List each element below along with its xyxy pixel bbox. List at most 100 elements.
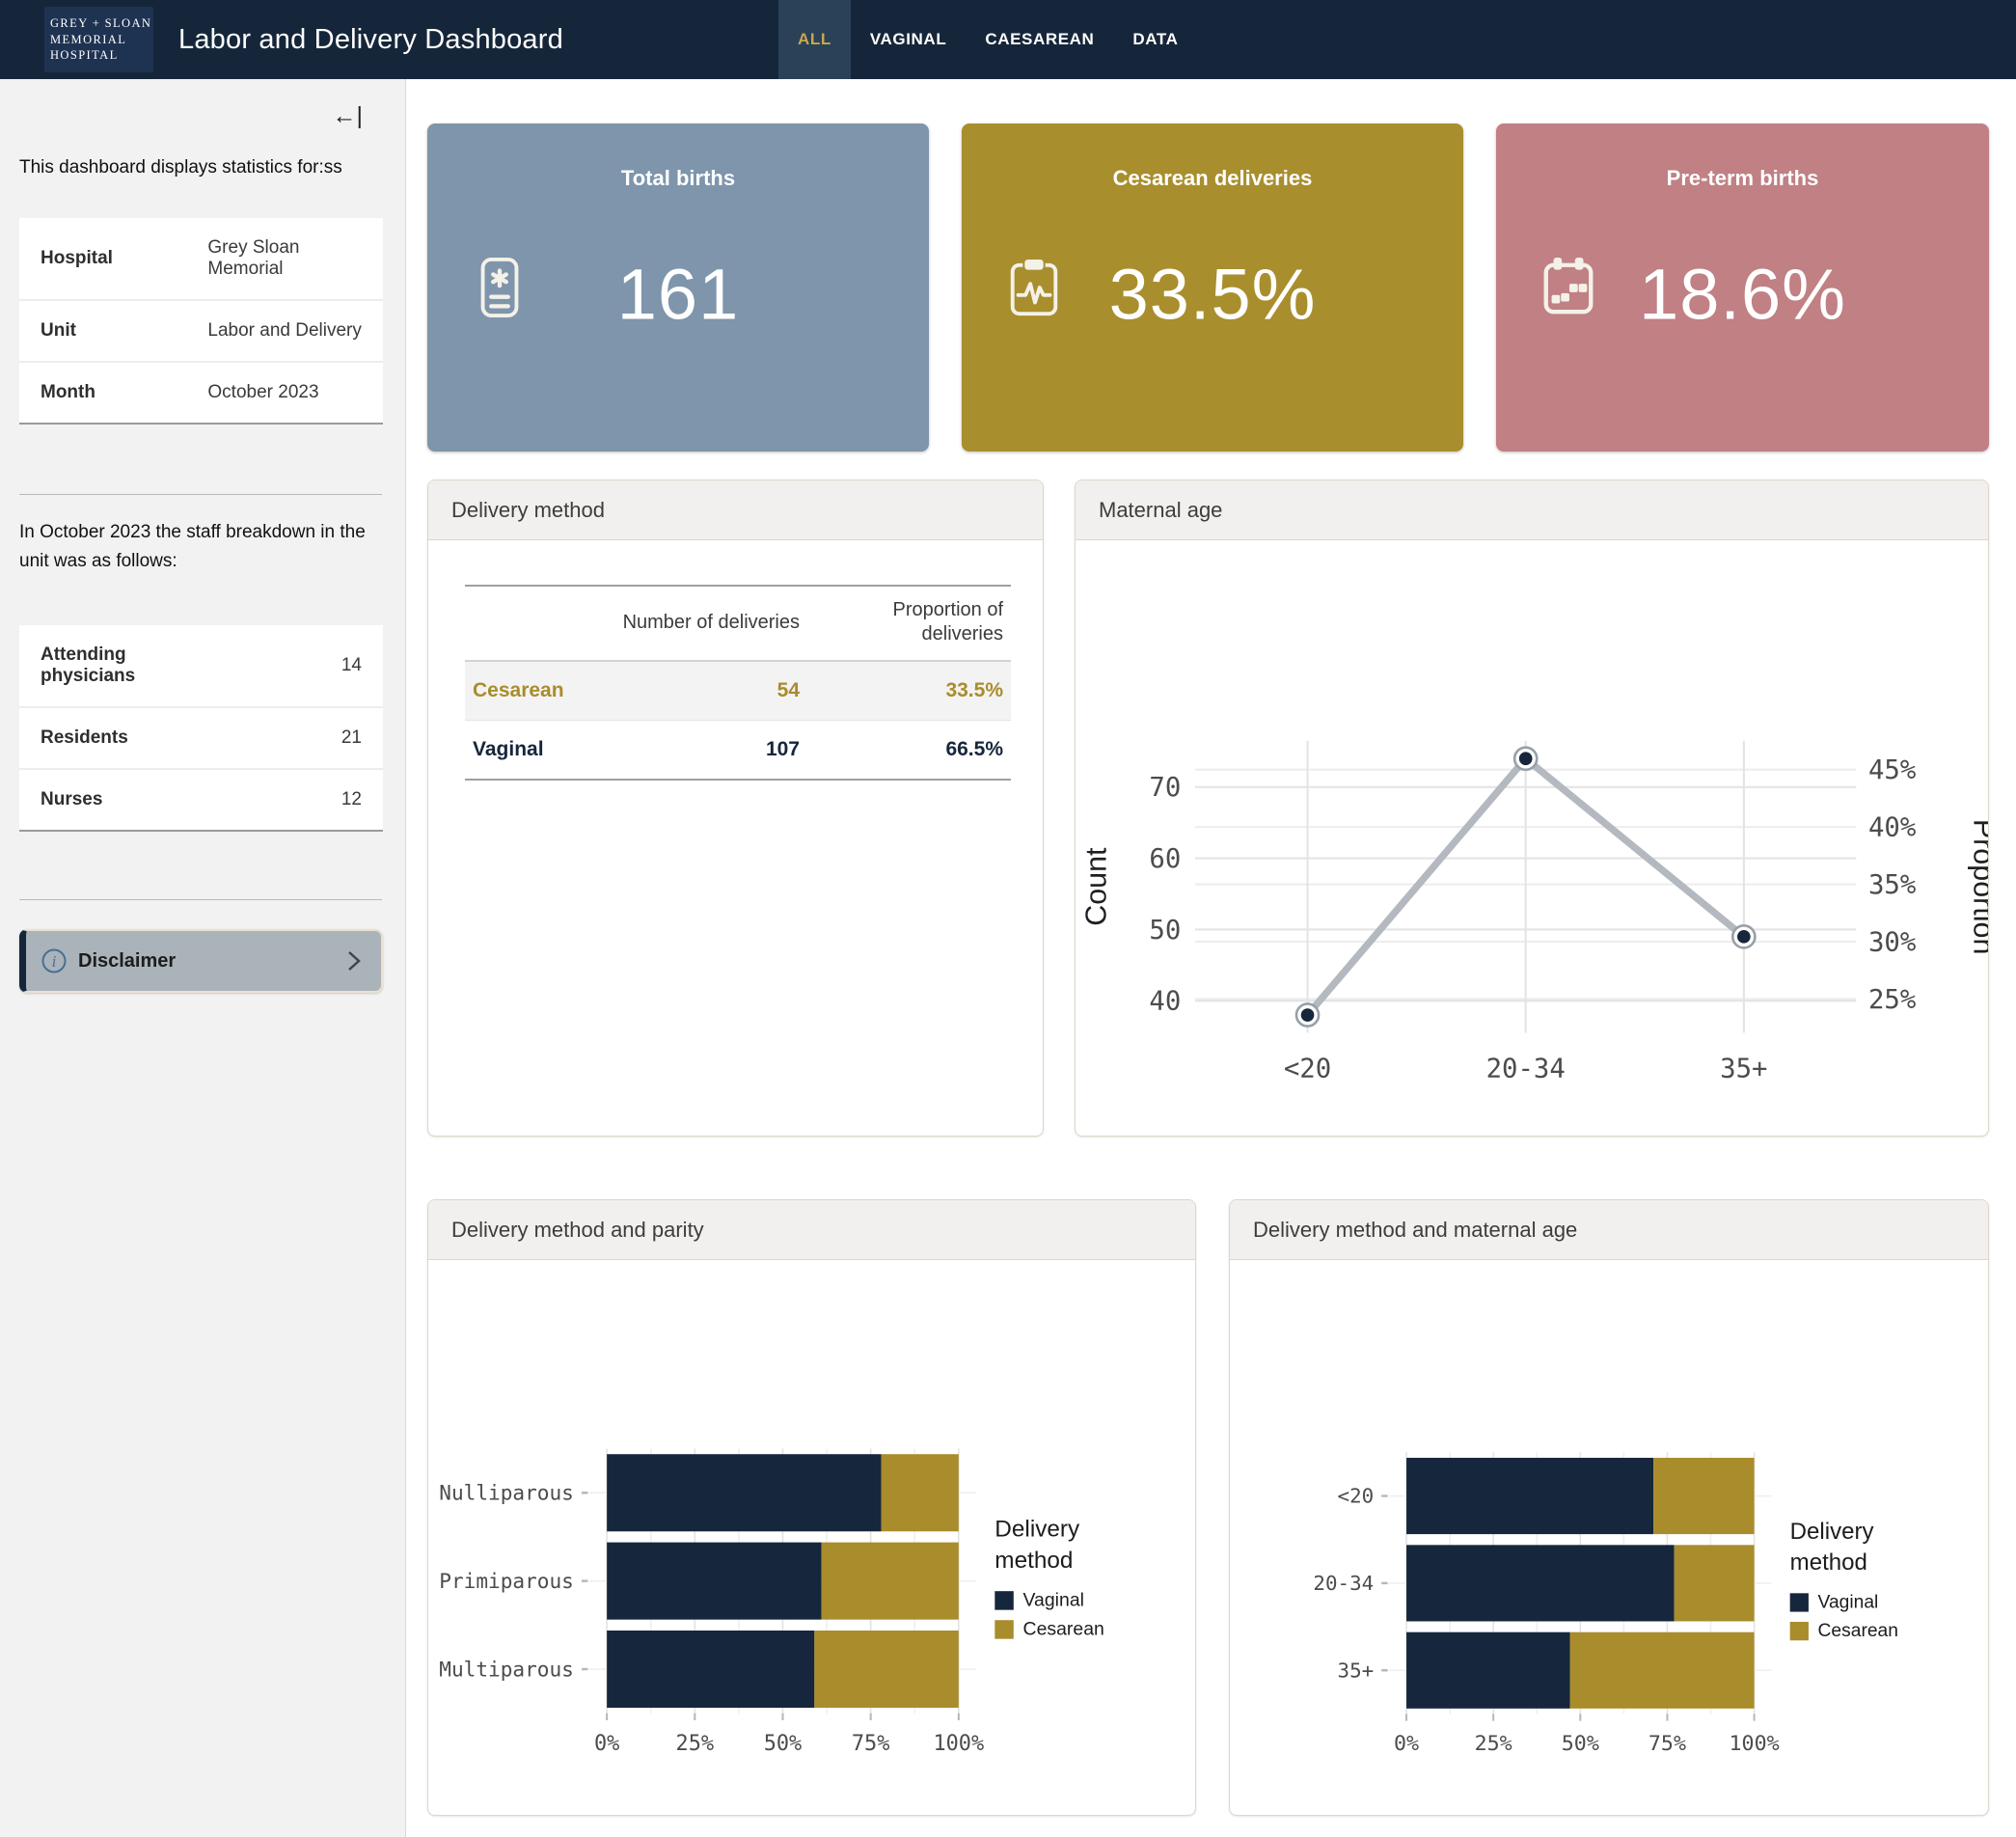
page-title: Labor and Delivery Dashboard — [178, 24, 563, 56]
calendar-icon — [1539, 256, 1598, 319]
svg-text:100%: 100% — [933, 1732, 984, 1756]
svg-text:Proportion: Proportion — [1967, 819, 1988, 955]
svg-text:Delivery: Delivery — [1790, 1519, 1874, 1545]
card-title: Delivery method — [451, 498, 605, 523]
value-box-value: 161 — [617, 253, 739, 335]
svg-text:i: i — [52, 952, 57, 971]
table-row: Residents 21 — [19, 707, 383, 769]
svg-text:Multiparous: Multiparous — [439, 1657, 574, 1681]
facility-info-table: Hospital Grey Sloan Memorial Unit Labor … — [19, 218, 383, 425]
card-header: Delivery method and maternal age — [1230, 1200, 1988, 1260]
staff-label: Residents — [19, 707, 186, 769]
svg-text:75%: 75% — [1648, 1732, 1686, 1756]
svg-text:20-34: 20-34 — [1313, 1572, 1374, 1595]
value-box-preterm-births: Pre-term births 18.6% — [1496, 123, 1989, 452]
svg-text:<20: <20 — [1284, 1055, 1331, 1084]
info-value: Labor and Delivery — [186, 300, 383, 362]
svg-text:60: 60 — [1149, 844, 1181, 874]
nav-tab-data[interactable]: DATA — [1113, 0, 1197, 79]
card-delivery-method: Delivery method Number of deliveries Pro… — [427, 480, 1044, 1137]
maternal_age_line-svg: 25%30%35%40%45%40506070<2020-3435+CountP… — [1076, 688, 1988, 1122]
info-label: Month — [19, 362, 186, 424]
sidebar-divider — [19, 899, 382, 900]
value-box-value: 18.6% — [1639, 253, 1846, 335]
info-label: Hospital — [19, 218, 186, 300]
svg-text:Count: Count — [1080, 847, 1113, 926]
maternal-age-chart: 25%30%35%40%45%40506070<2020-3435+CountP… — [1076, 688, 1988, 1122]
sidebar-divider — [19, 494, 382, 495]
svg-text:50%: 50% — [1562, 1732, 1599, 1756]
svg-text:30%: 30% — [1868, 927, 1916, 957]
svg-text:75%: 75% — [852, 1732, 890, 1756]
nav-tab-caesarean[interactable]: CAESAREAN — [966, 0, 1113, 79]
svg-text:100%: 100% — [1730, 1732, 1780, 1756]
parity-stacked-bar-chart: NulliparousPrimiparousMultiparous0%25%50… — [428, 1388, 1195, 1774]
card-body: 25%30%35%40%45%40506070<2020-3435+CountP… — [1076, 540, 1988, 1136]
sidebar-intro-text: This dashboard displays statistics for:s… — [19, 153, 382, 181]
svg-text:method: method — [1790, 1549, 1867, 1576]
disclaimer-accordion-button[interactable]: i Disclaimer — [19, 929, 383, 993]
svg-text:50%: 50% — [764, 1732, 803, 1756]
row-label: Vaginal — [465, 721, 610, 781]
table-row: Hospital Grey Sloan Memorial — [19, 218, 383, 300]
staff-intro-text: In October 2023 the staff breakdown in t… — [19, 518, 382, 575]
staff-count: 21 — [186, 707, 383, 769]
table-row: Vaginal 107 66.5% — [465, 721, 1011, 781]
svg-text:0%: 0% — [1394, 1732, 1419, 1756]
logo-line-3: HOSPITAL — [50, 47, 151, 64]
svg-text:25%: 25% — [1868, 985, 1916, 1015]
value-box-cesarean-deliveries: Cesarean deliveries 33.5% — [962, 123, 1463, 452]
file-medical-icon — [470, 256, 530, 319]
card-body: NulliparousPrimiparousMultiparous0%25%50… — [428, 1260, 1195, 1815]
svg-text:0%: 0% — [594, 1732, 619, 1756]
svg-text:35+: 35+ — [1338, 1659, 1375, 1682]
svg-text:25%: 25% — [1475, 1732, 1512, 1756]
card-maternal-age: Maternal age 25%30%35%40%45%40506070<202… — [1075, 480, 1989, 1137]
value-box-title: Cesarean deliveries — [962, 166, 1463, 191]
card-header: Delivery method — [428, 480, 1043, 540]
svg-text:<20: <20 — [1338, 1485, 1375, 1508]
svg-text:40: 40 — [1149, 987, 1181, 1017]
column-header: Number of deliveries — [610, 586, 807, 661]
card-delivery-method-and-parity: Delivery method and parity NulliparousPr… — [427, 1199, 1196, 1816]
table-header-row: Number of deliveries Proportion of deliv… — [465, 586, 1011, 661]
delivery_method_and_parity-svg: NulliparousPrimiparousMultiparous0%25%50… — [428, 1388, 1195, 1774]
value-box-value: 33.5% — [1109, 253, 1317, 335]
svg-text:Cesarean: Cesarean — [1023, 1619, 1104, 1640]
table-row: Month October 2023 — [19, 362, 383, 424]
staff-count: 12 — [186, 769, 383, 831]
logo-line-1: GREY + SLOAN — [50, 15, 151, 32]
svg-text:40%: 40% — [1868, 813, 1916, 843]
svg-text:Cesarean: Cesarean — [1818, 1621, 1898, 1641]
cell-proportion: 66.5% — [807, 721, 1011, 781]
value-box-total-births: Total births 161 — [427, 123, 929, 452]
info-value: Grey Sloan Memorial — [186, 218, 383, 300]
table-row: Unit Labor and Delivery — [19, 300, 383, 362]
staff-count: 14 — [186, 625, 383, 707]
cell-number: 54 — [610, 661, 807, 721]
staff-label: Attending physicians — [19, 625, 186, 707]
nav-tab-vaginal[interactable]: VAGINAL — [851, 0, 966, 79]
value-box-title: Pre-term births — [1496, 166, 1989, 191]
nav-tab-all[interactable]: ALL — [778, 0, 851, 79]
info-value: October 2023 — [186, 362, 383, 424]
card-delivery-method-and-maternal-age: Delivery method and maternal age <20 20-3… — [1229, 1199, 1989, 1816]
staff-table: Attending physicians 14 Residents 21 Nur… — [19, 625, 383, 832]
main-nav: ALL VAGINAL CAESAREAN DATA — [778, 0, 1197, 79]
clipboard-pulse-icon — [1004, 256, 1064, 319]
info-icon: i — [41, 948, 67, 973]
sidebar-collapse-icon[interactable]: ←| — [0, 79, 405, 128]
svg-text:Delivery: Delivery — [994, 1516, 1080, 1542]
svg-text:50: 50 — [1149, 916, 1181, 946]
svg-text:25%: 25% — [676, 1732, 715, 1756]
svg-text:method: method — [994, 1548, 1073, 1574]
svg-text:20-34: 20-34 — [1486, 1055, 1566, 1084]
table-row: Attending physicians 14 — [19, 625, 383, 707]
column-header: Proportion of deliveries — [807, 586, 1011, 661]
svg-text:Vaginal: Vaginal — [1023, 1590, 1084, 1611]
table-row: Cesarean 54 33.5% — [465, 661, 1011, 721]
delivery_method_and_maternal_age-svg: <20 20-34 35+ 0% 25% 50% 75% 100% Delivery method… — [1230, 1388, 1988, 1774]
table-row: Nurses 12 — [19, 769, 383, 831]
card-title: Delivery method and parity — [451, 1218, 704, 1243]
card-body: Number of deliveries Proportion of deliv… — [428, 540, 1043, 1136]
